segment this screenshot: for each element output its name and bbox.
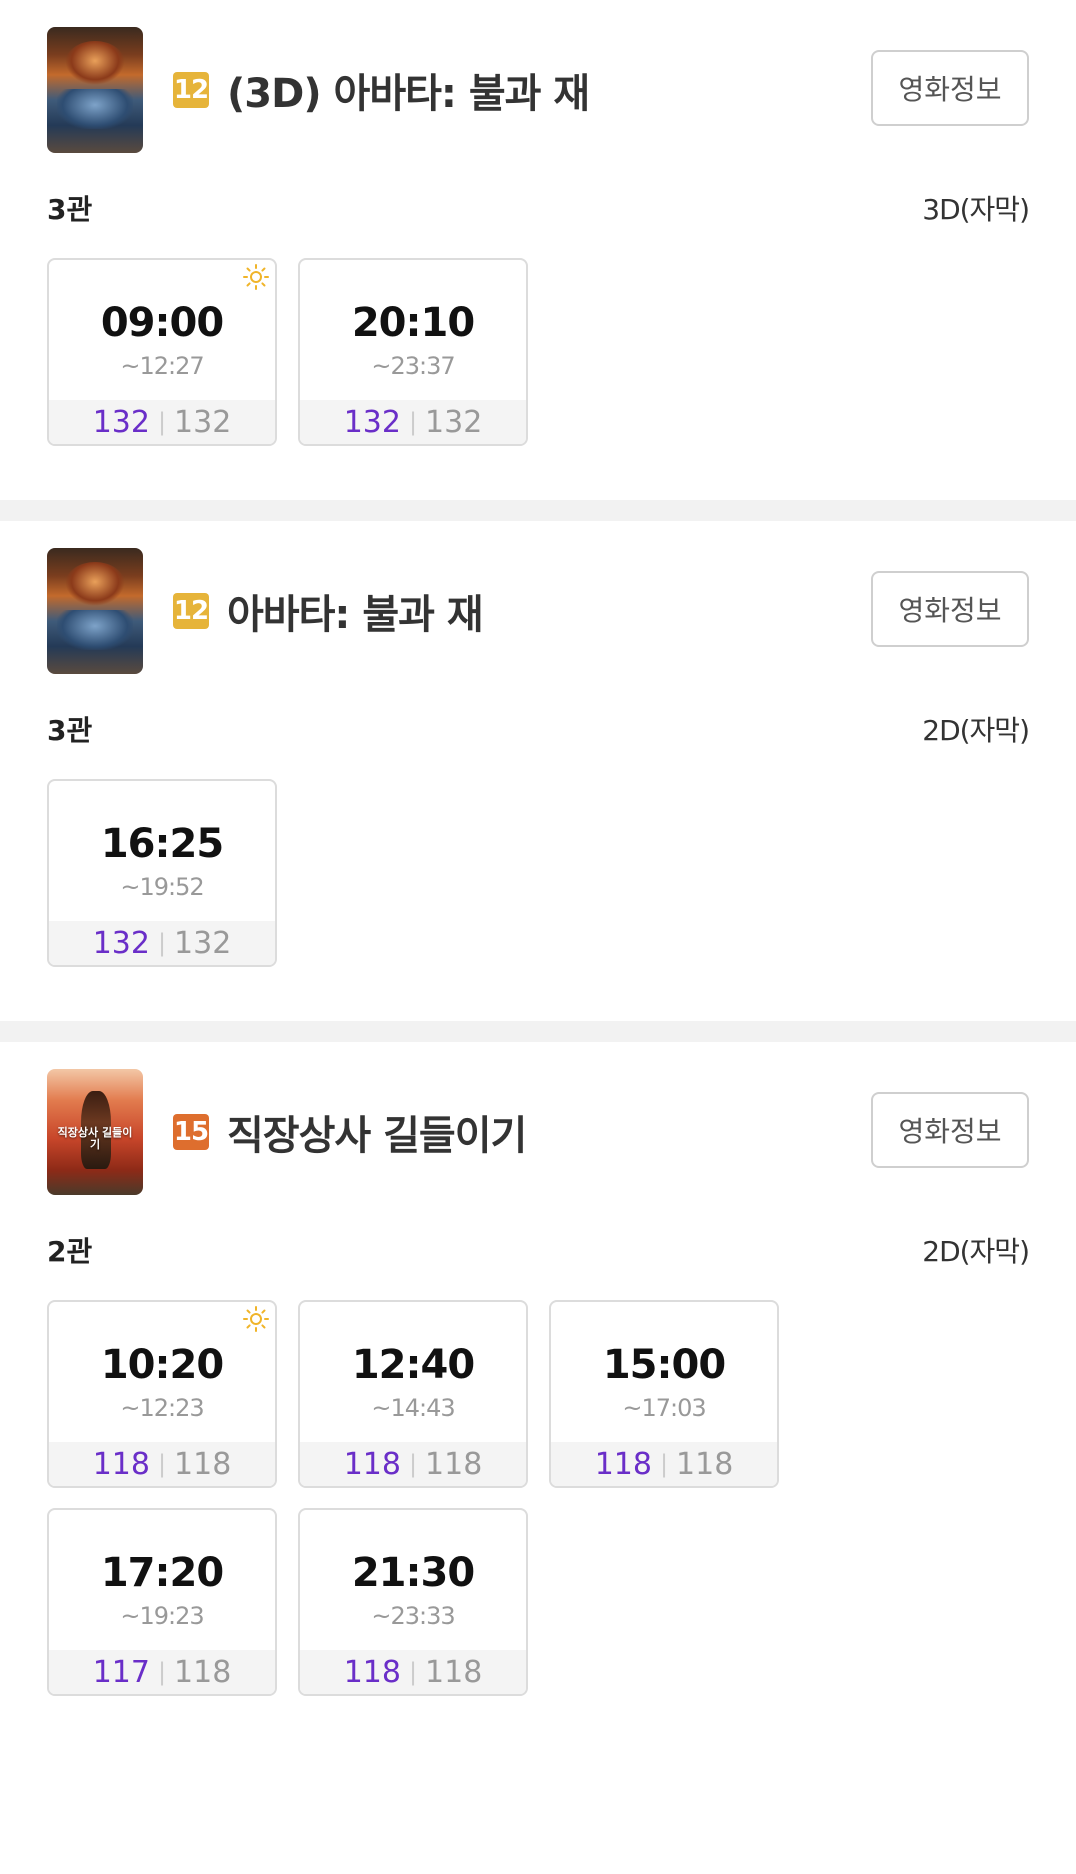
seat-count: 117 | 118 (49, 1650, 275, 1694)
seat-separator: | (157, 929, 167, 957)
seat-count: 118 | 118 (49, 1442, 275, 1486)
movie-section-boss: 직장상사 길들이기 15 직장상사 길들이기 영화정보 2관 2D(자막) 10… (0, 1042, 1076, 1750)
sun-icon (243, 1306, 269, 1332)
seat-separator: | (408, 1658, 418, 1686)
end-time: ~17:03 (622, 1394, 706, 1422)
screen-format: 3D(자막) (922, 193, 1030, 226)
showtime-slot[interactable]: 21:30 ~23:33 118 | 118 (298, 1508, 528, 1696)
showtime-slot[interactable]: 12:40 ~14:43 118 | 118 (298, 1300, 528, 1488)
age-rating-badge: 15 (173, 1114, 209, 1150)
total-seats: 118 (174, 1654, 232, 1690)
total-seats: 132 (174, 404, 232, 440)
poster-title: 직장상사 길들이기 (57, 1126, 133, 1152)
movie-title[interactable]: 아바타: 불과 재 (227, 582, 484, 640)
movie-section-avatar-3d: 12 (3D) 아바타: 불과 재 영화정보 3관 3D(자막) 09:00 ~… (0, 0, 1076, 500)
start-time: 12:40 (351, 1342, 475, 1388)
sun-icon (243, 264, 269, 290)
available-seats: 118 (343, 1446, 401, 1482)
hall-row: 3관 3D(자막) (47, 188, 1030, 228)
seat-count: 118 | 118 (551, 1442, 777, 1486)
movie-header: 12 아바타: 불과 재 영화정보 (47, 547, 1029, 675)
total-seats: 118 (425, 1654, 483, 1690)
end-time: ~14:43 (371, 1394, 455, 1422)
hall-row: 2관 2D(자막) (47, 1230, 1030, 1270)
available-seats: 132 (92, 925, 150, 961)
movie-poster[interactable] (47, 548, 143, 674)
movie-info-button[interactable]: 영화정보 (871, 1092, 1029, 1168)
start-time: 17:20 (100, 1550, 224, 1596)
seat-count: 132 | 132 (49, 921, 275, 965)
available-seats: 118 (594, 1446, 652, 1482)
end-time: ~19:23 (120, 1602, 204, 1630)
available-seats: 117 (92, 1654, 150, 1690)
movie-info-button[interactable]: 영화정보 (871, 571, 1029, 647)
start-time: 16:25 (100, 821, 224, 867)
available-seats: 118 (92, 1446, 150, 1482)
hall-name: 3관 (47, 193, 93, 226)
showtime-slot[interactable]: 16:25 ~19:52 132 | 132 (47, 779, 277, 967)
movie-title[interactable]: (3D) 아바타: 불과 재 (227, 61, 590, 119)
section-divider (0, 1021, 1076, 1042)
seat-count: 132 | 132 (49, 400, 275, 444)
age-rating-badge: 12 (173, 593, 209, 629)
movie-header: 직장상사 길들이기 15 직장상사 길들이기 영화정보 (47, 1068, 1029, 1196)
hall-row: 3관 2D(자막) (47, 709, 1030, 749)
total-seats: 118 (425, 1446, 483, 1482)
start-time: 20:10 (351, 300, 475, 346)
start-time: 15:00 (602, 1342, 726, 1388)
seat-separator: | (408, 1450, 418, 1478)
showtime-list: 09:00 ~12:27 132 | 132 20:10 ~23:37 132 | 13… (47, 258, 1029, 500)
start-time: 21:30 (351, 1550, 475, 1596)
available-seats: 118 (343, 1654, 401, 1690)
seat-count: 118 | 118 (300, 1442, 526, 1486)
end-time: ~23:37 (371, 352, 455, 380)
showtime-slot[interactable]: 10:20 ~12:23 118 | 118 (47, 1300, 277, 1488)
movie-title[interactable]: 직장상사 길들이기 (227, 1103, 527, 1161)
start-time: 10:20 (100, 1342, 224, 1388)
screen-format: 2D(자막) (922, 1235, 1030, 1268)
total-seats: 132 (425, 404, 483, 440)
start-time: 09:00 (100, 300, 224, 346)
available-seats: 132 (343, 404, 401, 440)
showtime-slot[interactable]: 17:20 ~19:23 117 | 118 (47, 1508, 277, 1696)
movie-header: 12 (3D) 아바타: 불과 재 영화정보 (47, 26, 1029, 154)
movie-section-avatar-2d: 12 아바타: 불과 재 영화정보 3관 2D(자막) 16:25 ~19:52… (0, 521, 1076, 1021)
total-seats: 118 (174, 1446, 232, 1482)
section-divider (0, 500, 1076, 521)
seat-count: 118 | 118 (300, 1650, 526, 1694)
total-seats: 118 (676, 1446, 734, 1482)
seat-separator: | (157, 408, 167, 436)
end-time: ~19:52 (120, 873, 204, 901)
showtime-slot[interactable]: 09:00 ~12:27 132 | 132 (47, 258, 277, 446)
movie-poster[interactable]: 직장상사 길들이기 (47, 1069, 143, 1195)
hall-name: 3관 (47, 714, 93, 747)
available-seats: 132 (92, 404, 150, 440)
showtime-slot[interactable]: 20:10 ~23:37 132 | 132 (298, 258, 528, 446)
end-time: ~12:27 (120, 352, 204, 380)
seat-count: 132 | 132 (300, 400, 526, 444)
total-seats: 132 (174, 925, 232, 961)
seat-separator: | (157, 1658, 167, 1686)
showtime-list: 10:20 ~12:23 118 | 118 12:40 ~14:43 118 | 11… (47, 1300, 1029, 1750)
screen-format: 2D(자막) (922, 714, 1030, 747)
seat-separator: | (659, 1450, 669, 1478)
age-rating-badge: 12 (173, 72, 209, 108)
end-time: ~23:33 (371, 1602, 455, 1630)
seat-separator: | (157, 1450, 167, 1478)
end-time: ~12:23 (120, 1394, 204, 1422)
movie-poster[interactable] (47, 27, 143, 153)
showtime-list: 16:25 ~19:52 132 | 132 (47, 779, 1029, 1021)
showtime-slot[interactable]: 15:00 ~17:03 118 | 118 (549, 1300, 779, 1488)
hall-name: 2관 (47, 1235, 93, 1268)
seat-separator: | (408, 408, 418, 436)
movie-info-button[interactable]: 영화정보 (871, 50, 1029, 126)
